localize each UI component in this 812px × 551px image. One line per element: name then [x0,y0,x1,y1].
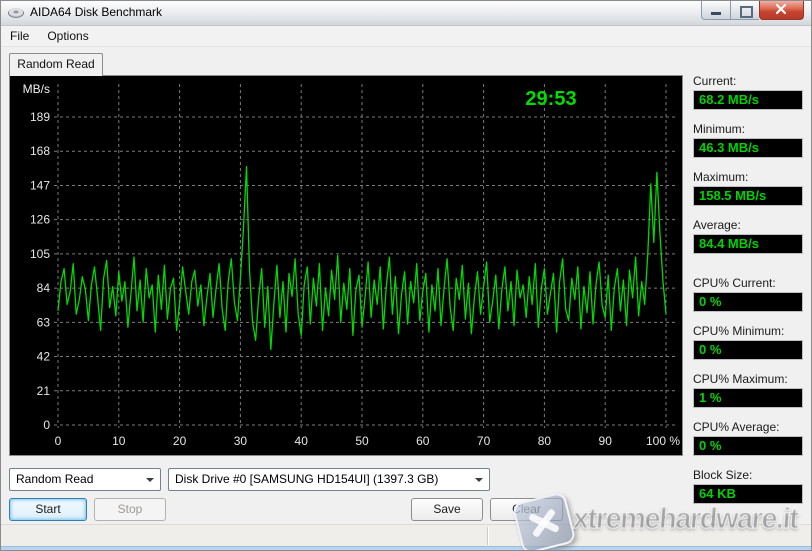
drive-select[interactable]: Disk Drive #0 [SAMSUNG HD154UI] (1397.3 … [168,468,490,491]
title-bar[interactable]: AIDA64 Disk Benchmark [1,1,811,26]
stat-value: 0 % [693,292,803,312]
status-bar [1,524,811,547]
chevron-down-icon [475,478,483,482]
stat-value: 0 % [693,436,803,456]
benchmark-chart: 0 10 20 30 40 50 60 70 80 90 100 % 189 168 147 126 105 8… [10,76,682,454]
stat-value: 84.4 MB/s [693,234,803,254]
stat-label: Current: [693,74,803,89]
stat-value: 158.5 MB/s [693,186,803,206]
stat-label: CPU% Average: [693,420,803,435]
svg-text:42: 42 [37,350,51,364]
svg-text:90: 90 [599,434,613,448]
svg-text:60: 60 [416,434,430,448]
menu-options[interactable]: Options [38,27,97,45]
svg-text:20: 20 [173,434,187,448]
svg-text:40: 40 [295,434,309,448]
stat-label: CPU% Maximum: [693,372,803,387]
svg-text:0: 0 [55,434,62,448]
svg-text:126: 126 [30,213,50,227]
stat-label: CPU% Current: [693,276,803,291]
maximize-icon [740,6,753,18]
chevron-down-icon [146,478,154,482]
stat-label: Minimum: [693,122,803,137]
svg-text:100 %: 100 % [646,434,680,448]
close-button[interactable] [759,1,804,20]
disk-icon [8,6,24,20]
stat-value: 0 % [693,340,803,360]
chart-panel: 0 10 20 30 40 50 60 70 80 90 100 % 189 168 147 126 105 8… [9,75,683,456]
stat-label: Average: [693,218,803,233]
stat-cpu-maximum: CPU% Maximum: 1 % [693,372,803,408]
svg-text:80: 80 [538,434,552,448]
start-button[interactable]: Start [9,498,87,521]
svg-text:168: 168 [30,144,50,158]
maximize-button[interactable] [730,1,759,20]
svg-text:10: 10 [112,434,126,448]
stat-label: Maximum: [693,170,803,185]
svg-text:63: 63 [37,315,51,329]
window-controls [701,1,804,21]
menu-file[interactable]: File [1,27,38,45]
stat-value: 64 KB [693,484,803,504]
drive-select-value: Disk Drive #0 [SAMSUNG HD154UI] (1397.3 … [175,472,438,486]
stat-cpu-minimum: CPU% Minimum: 0 % [693,324,803,360]
svg-text:21: 21 [37,384,51,398]
stat-block-size: Block Size: 64 KB [693,468,803,504]
minimize-icon [711,12,721,15]
benchmark-type-value: Random Read [16,472,93,486]
stat-cpu-current: CPU% Current: 0 % [693,276,803,312]
app-window: AIDA64 Disk Benchmark File Options Rando… [0,0,812,551]
window-bottom-border [1,546,811,551]
close-icon [760,1,803,18]
tab-random-read[interactable]: Random Read [9,53,103,76]
svg-text:105: 105 [30,247,50,261]
stat-maximum: Maximum: 158.5 MB/s [693,170,803,206]
svg-text:147: 147 [30,178,50,192]
svg-text:189: 189 [30,110,50,124]
save-button[interactable]: Save [411,498,483,521]
stop-button[interactable]: Stop [94,498,166,521]
svg-text:0: 0 [43,418,50,432]
svg-text:50: 50 [355,434,369,448]
stat-average: Average: 84.4 MB/s [693,218,803,254]
minimize-button[interactable] [701,1,730,20]
svg-text:84: 84 [37,281,51,295]
status-bar-divider [487,527,489,545]
window-title: AIDA64 Disk Benchmark [30,5,162,19]
stat-value: 68.2 MB/s [693,90,803,110]
stat-current: Current: 68.2 MB/s [693,74,803,110]
svg-text:29:53: 29:53 [525,88,576,110]
svg-text:MB/s: MB/s [23,82,50,96]
stat-cpu-average: CPU% Average: 0 % [693,420,803,456]
stat-label: CPU% Minimum: [693,324,803,339]
svg-text:70: 70 [477,434,491,448]
stat-label: Block Size: [693,468,803,483]
stat-minimum: Minimum: 46.3 MB/s [693,122,803,158]
clear-button[interactable]: Clear [490,498,563,521]
stat-value: 1 % [693,388,803,408]
benchmark-type-select[interactable]: Random Read [9,468,161,491]
svg-text:30: 30 [234,434,248,448]
menu-bar: File Options [1,26,811,47]
stat-value: 46.3 MB/s [693,138,803,158]
